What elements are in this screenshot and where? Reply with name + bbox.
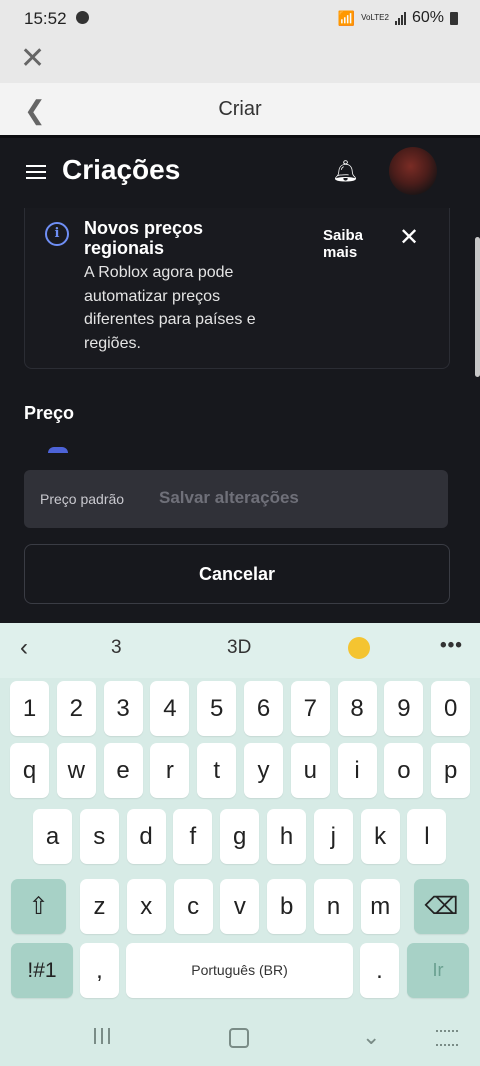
key[interactable]: 0 xyxy=(431,681,471,736)
nav-bar: ❮ Criar xyxy=(0,83,480,136)
section-title: Preço xyxy=(24,403,75,423)
suggestion-item[interactable]: 3D xyxy=(227,637,251,659)
info-icon: i xyxy=(45,222,69,246)
status-bar: 15:52 📶 VoLTE2 60% xyxy=(0,0,480,36)
app-content: Criações 🔔︎ i Novos preços regionais A R… xyxy=(0,135,480,623)
key[interactable]: f xyxy=(173,809,213,864)
key[interactable]: l xyxy=(407,809,447,864)
battery-percent: 60% xyxy=(411,9,444,26)
hide-keyboard-icon[interactable]: ⌄ xyxy=(362,1024,380,1050)
key[interactable]: k xyxy=(360,809,400,864)
comma-key[interactable]: , xyxy=(80,943,119,998)
key[interactable]: m xyxy=(360,879,400,934)
space-key[interactable]: Português (BR) xyxy=(126,943,353,998)
key[interactable]: q xyxy=(10,743,49,798)
suggestion-bar: ‹ 3 3D ••• xyxy=(0,623,480,678)
key[interactable]: t xyxy=(197,743,237,798)
key[interactable]: w xyxy=(56,743,96,798)
emoji-icon[interactable] xyxy=(348,637,370,659)
key[interactable]: x xyxy=(126,879,166,934)
learn-more-link[interactable]: Saiba mais xyxy=(323,227,383,261)
keyboard-switch-icon[interactable] xyxy=(436,1030,458,1046)
divider xyxy=(0,135,480,138)
period-key[interactable]: . xyxy=(360,943,399,998)
info-banner: i Novos preços regionais A Roblox agora … xyxy=(24,208,450,369)
banner-title: Novos preços regionais xyxy=(84,218,204,258)
key[interactable]: i xyxy=(337,743,377,798)
key[interactable]: 2 xyxy=(56,681,96,736)
battery-icon xyxy=(450,11,458,25)
suggestion-item[interactable]: 3 xyxy=(111,637,122,659)
partial-element xyxy=(48,447,68,453)
banner-text: A Roblox agora pode automatizar preços d… xyxy=(84,264,256,352)
key[interactable]: h xyxy=(267,809,306,864)
page-title: Criações xyxy=(62,154,181,185)
system-nav-bar: ⌄ xyxy=(0,1016,480,1066)
key[interactable]: 3 xyxy=(103,681,143,736)
price-bar: Preço padrão Salvar alterações xyxy=(24,470,448,528)
home-icon[interactable] xyxy=(229,1028,249,1048)
key[interactable]: o xyxy=(384,743,424,798)
key[interactable]: a xyxy=(33,809,72,864)
cancel-button[interactable]: Cancelar xyxy=(24,544,450,604)
key[interactable]: u xyxy=(290,743,330,798)
close-icon[interactable]: ✕ xyxy=(20,44,45,74)
key[interactable]: 8 xyxy=(337,681,377,736)
more-icon[interactable]: ••• xyxy=(440,635,463,657)
key[interactable]: 9 xyxy=(384,681,424,736)
key[interactable]: p xyxy=(431,743,471,798)
chevron-left-icon[interactable]: ‹ xyxy=(20,634,28,662)
save-button[interactable]: Salvar alterações xyxy=(159,488,299,508)
banner-close-icon[interactable]: ✕ xyxy=(399,226,419,250)
notification-icon xyxy=(76,11,89,24)
key[interactable]: v xyxy=(220,879,260,934)
key[interactable]: y xyxy=(244,743,283,798)
key[interactable]: 4 xyxy=(150,681,190,736)
key[interactable]: 6 xyxy=(244,681,283,736)
network-label: VoLTE2 xyxy=(361,13,389,22)
key[interactable]: 1 xyxy=(10,681,49,736)
key[interactable]: c xyxy=(173,879,213,934)
nav-title: Criar xyxy=(218,98,262,120)
status-indicators: 📶 VoLTE2 60% xyxy=(338,9,458,27)
webview-close-bar: ✕ xyxy=(0,36,480,83)
shift-key[interactable]: ⇧ xyxy=(11,879,66,934)
key[interactable]: e xyxy=(103,743,143,798)
symbols-key[interactable]: !#1 xyxy=(11,943,73,998)
key[interactable]: s xyxy=(79,809,119,864)
key[interactable]: 5 xyxy=(197,681,237,736)
key[interactable]: 7 xyxy=(290,681,330,736)
wifi-icon: 📶 xyxy=(337,9,356,26)
status-time: 15:52 xyxy=(24,9,67,28)
key[interactable]: n xyxy=(314,879,353,934)
key[interactable]: r xyxy=(150,743,190,798)
go-key[interactable]: Ir xyxy=(407,943,469,998)
key[interactable]: j xyxy=(313,809,353,864)
signal-icon xyxy=(394,11,406,25)
key[interactable]: g xyxy=(220,809,260,864)
key[interactable]: d xyxy=(126,809,166,864)
key[interactable]: b xyxy=(267,879,307,934)
bell-icon[interactable]: 🔔︎ xyxy=(332,160,359,184)
price-field-label: Preço padrão xyxy=(40,491,125,507)
backspace-key[interactable]: ⌫ xyxy=(414,879,469,934)
avatar[interactable] xyxy=(389,147,437,195)
menu-icon[interactable] xyxy=(26,165,46,183)
keyboard: ‹ 3 3D ••• 1234567890 qwertyuiop asdfghj… xyxy=(0,623,480,1066)
scrollbar[interactable] xyxy=(475,237,480,377)
recent-apps-icon[interactable] xyxy=(94,1028,110,1044)
key[interactable]: z xyxy=(80,879,119,934)
